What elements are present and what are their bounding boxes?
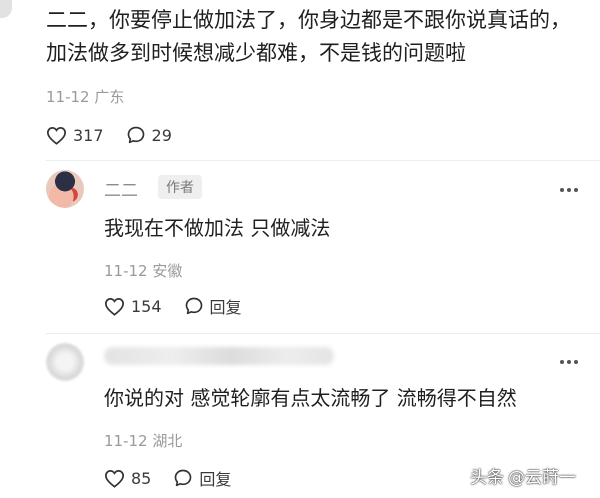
reply-location: 湖北 [152,432,183,450]
like-count: 154 [131,296,162,316]
blurred-username [104,347,334,365]
reply-actions: 85 回复 [104,466,253,490]
speech-bubble-icon [175,469,192,487]
speech-bubble-icon [185,297,202,315]
comment-button[interactable]: 29 [126,125,172,145]
reply-date: 11-12 [104,262,148,280]
reply-author-name[interactable]: 二二 [104,176,138,201]
reply-button[interactable]: 回复 [173,466,231,490]
like-count: 85 [131,468,152,488]
watermark-handle: @云莳一 [508,468,576,488]
reply-button[interactable]: 回复 [184,294,242,318]
reply-meta: 11-12 湖北 [104,430,182,451]
avatar[interactable] [46,170,84,208]
reply-label: 回复 [209,298,242,317]
watermark: 头条 @云莳一 [470,463,580,488]
like-button[interactable]: 317 [46,126,104,145]
section-divider [46,160,600,161]
speech-bubble-icon [127,126,144,144]
reply-text: 你说的对 感觉轮廓有点太流畅了 流畅得不自然 [104,386,517,410]
heart-outline-icon [104,469,125,488]
section-divider [46,333,600,334]
main-comment-meta: 11-12 广东 [46,86,124,107]
more-dots-icon[interactable] [557,188,578,192]
heart-outline-icon [104,297,125,316]
partial-avatar-edge [0,0,12,18]
reply-location: 安徽 [152,262,183,280]
main-comment-text: 二二，你要停止做加法了，你身边都是不跟你说真话的，加法做多到时候想减少都难，不是… [46,8,571,65]
more-dots-icon[interactable] [557,360,578,364]
reply-actions: 154 回复 [104,294,264,318]
reply-date: 11-12 [104,432,148,450]
watermark-platform: 头条 [470,468,504,488]
like-button[interactable]: 85 [104,469,151,488]
heart-outline-icon [46,126,67,145]
like-button[interactable]: 154 [104,297,162,316]
main-comment-actions: 317 29 [46,123,194,147]
comment-location: 广东 [94,88,125,106]
comment-count: 29 [151,125,172,145]
reply-meta: 11-12 安徽 [104,260,182,281]
avatar[interactable] [46,343,84,381]
reply-text: 我现在不做加法 只做减法 [104,216,331,240]
like-count: 317 [73,125,104,145]
reply-label: 回复 [199,470,232,489]
comment-date: 11-12 [46,88,90,106]
author-badge: 作者 [158,175,202,199]
